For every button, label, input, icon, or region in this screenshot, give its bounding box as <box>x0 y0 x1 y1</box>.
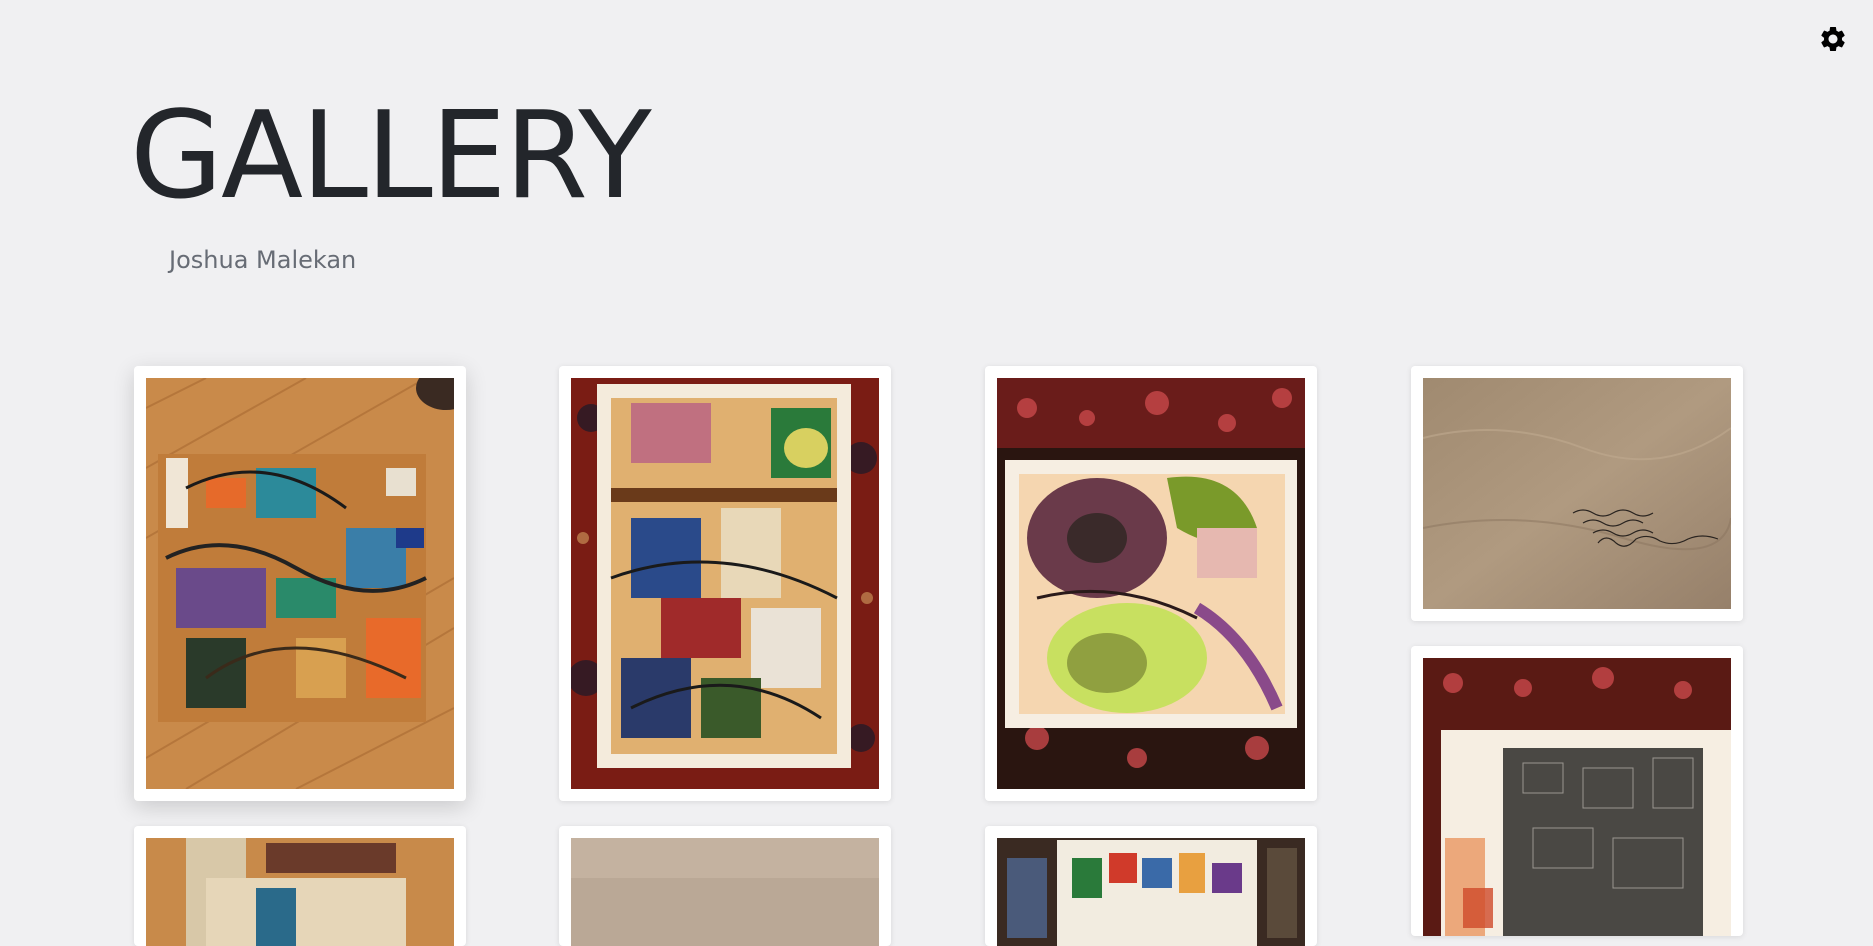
artwork-image <box>1423 658 1731 936</box>
page-title: GALLERY <box>130 87 652 226</box>
settings-button[interactable] <box>1818 24 1848 54</box>
artwork-image <box>1423 378 1731 609</box>
gallery-card[interactable] <box>134 366 466 801</box>
artwork-image <box>997 378 1305 789</box>
gallery-card[interactable] <box>985 366 1317 801</box>
gear-icon <box>1821 27 1845 51</box>
artwork-image <box>146 378 454 789</box>
artwork-image <box>997 838 1305 946</box>
gallery-card[interactable] <box>134 826 466 946</box>
gallery-card[interactable] <box>985 826 1317 946</box>
artwork-image <box>571 838 879 946</box>
artwork-image <box>146 838 454 946</box>
gallery-card[interactable] <box>1411 366 1743 621</box>
gallery-card[interactable] <box>559 366 891 801</box>
artist-name: Joshua Malekan <box>169 246 357 274</box>
gallery-card[interactable] <box>559 826 891 946</box>
artwork-image <box>571 378 879 789</box>
gallery-card[interactable] <box>1411 646 1743 936</box>
